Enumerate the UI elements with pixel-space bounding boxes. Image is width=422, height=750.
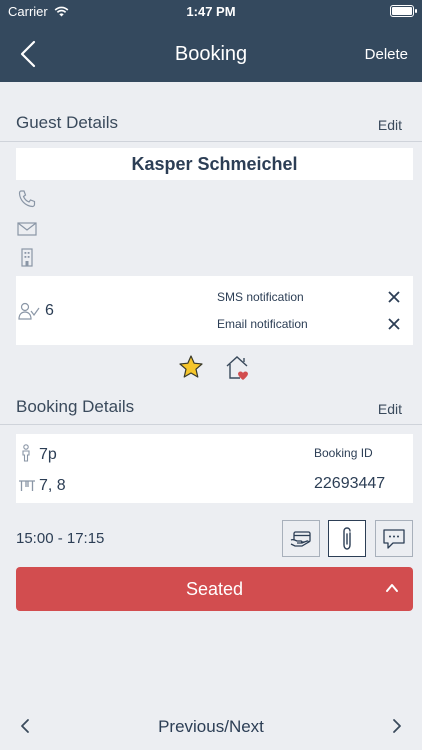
booking-time-range: 15:00 - 17:15 <box>16 530 105 547</box>
guest-edit-button[interactable]: Edit <box>378 117 402 133</box>
attachment-button[interactable] <box>328 520 366 557</box>
seated-status-button[interactable]: Seated <box>16 567 413 611</box>
delete-button[interactable]: Delete <box>365 46 408 63</box>
chevron-up-icon <box>386 584 398 592</box>
page-title: Booking <box>174 43 248 65</box>
divider <box>0 424 422 425</box>
chat-bubble-icon <box>383 528 405 549</box>
payment-button[interactable] <box>282 520 320 557</box>
booking-id-value: 22693447 <box>314 475 386 492</box>
status-time: 1:47 PM <box>186 4 236 19</box>
status-bar: Carrier 1:47 PM <box>0 0 422 24</box>
email-icon[interactable] <box>16 218 38 240</box>
sms-remove-icon[interactable] <box>387 290 401 304</box>
phone-icon[interactable] <box>16 188 38 210</box>
table-numbers: 7, 8 <box>39 477 66 494</box>
table-icon <box>19 480 35 491</box>
pager-label[interactable]: Previous/Next <box>0 717 422 737</box>
company-icon[interactable] <box>16 246 38 268</box>
email-remove-icon[interactable] <box>387 317 401 331</box>
booking-edit-button[interactable]: Edit <box>378 401 402 417</box>
person-icon <box>22 444 30 462</box>
next-chevron-icon[interactable] <box>390 717 404 735</box>
sms-notification-label: SMS notification <box>217 290 304 304</box>
booking-id-label: Booking ID <box>314 446 373 460</box>
people-count: 7p <box>39 446 57 463</box>
battery-icon <box>390 5 417 17</box>
divider <box>0 141 422 142</box>
pager: Previous/Next <box>0 713 422 739</box>
star-icon[interactable] <box>178 354 204 380</box>
booking-summary-card: 7p 7, 8 Booking ID 22693447 <box>16 434 413 503</box>
booking-details-title: Booking Details <box>16 397 135 416</box>
card-hand-icon <box>290 530 311 547</box>
regular-guest-house-icon[interactable] <box>224 354 252 382</box>
email-notification-label: Email notification <box>217 317 308 331</box>
seated-status-label: Seated <box>185 579 244 599</box>
paperclip-icon <box>343 526 351 550</box>
party-count: 6 <box>45 302 54 319</box>
comment-button[interactable] <box>375 520 413 557</box>
guest-details-title: Guest Details <box>16 113 119 132</box>
party-size-icon <box>18 302 40 320</box>
top-bar: Carrier 1:47 PM Booking Delete <box>0 0 422 82</box>
guest-name: Kasper Schmeichel <box>16 148 413 180</box>
guest-tags <box>0 354 422 382</box>
guest-summary-card: 6 SMS notification Email notification <box>16 276 413 345</box>
